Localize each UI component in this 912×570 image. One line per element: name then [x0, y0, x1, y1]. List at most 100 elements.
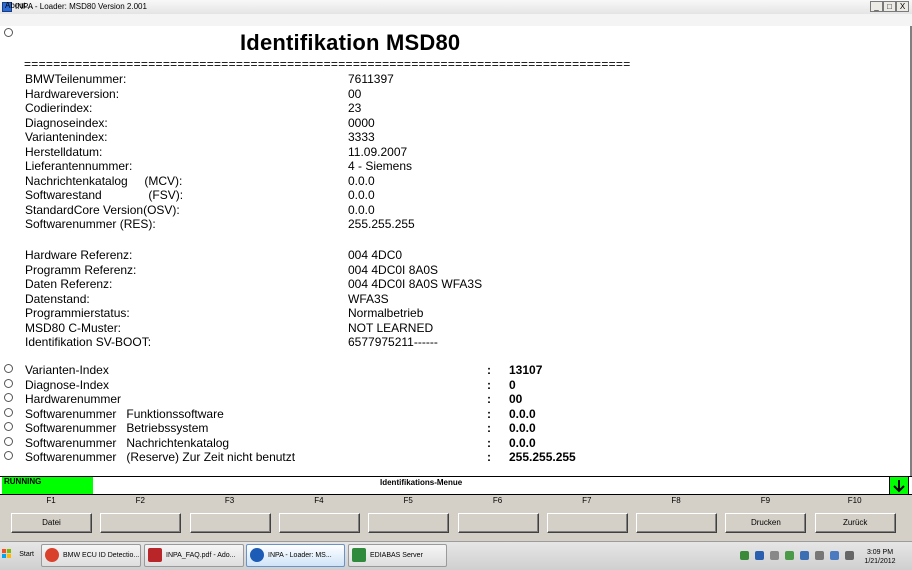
option-colon: :	[487, 392, 491, 406]
ident-value: 0000	[348, 115, 375, 130]
minimize-button[interactable]: _	[870, 1, 883, 12]
fkey-label-f9: F9	[760, 496, 771, 505]
fkey-label-f10: F10	[847, 496, 862, 505]
running-status-badge: RUNNING	[2, 477, 93, 494]
option-value: 0.0.0	[509, 406, 536, 421]
fkey-button-f5[interactable]	[368, 513, 450, 533]
reference-value: 6577975211------	[348, 335, 438, 349]
ident-value: 255.255.255	[348, 217, 415, 231]
ident-label: Codierindex:	[25, 101, 93, 115]
ident-value: 11.09.2007	[348, 144, 408, 159]
maximize-button[interactable]: □	[883, 1, 896, 12]
option-radio[interactable]	[4, 393, 13, 402]
option-radio[interactable]	[4, 436, 13, 446]
option-value: 255.255.255	[509, 450, 576, 464]
option-colon: :	[487, 377, 491, 392]
fkey-label-f7: F7	[582, 496, 592, 505]
reference-value: 004 4DC0I 8A0S WFA3S	[348, 277, 483, 291]
option-label: Softwarenummer Betriebssystem	[25, 421, 209, 435]
clock-date[interactable]: 1/21/2012	[860, 557, 900, 566]
fkey-button-f1[interactable]: Datei	[11, 513, 92, 533]
arrow-down-icon	[893, 480, 905, 493]
option-label: Softwarenummer Funktionssoftware	[25, 406, 224, 421]
network-tray-icon[interactable]	[740, 551, 749, 560]
reference-label: Identifikation SV-BOOT:	[25, 335, 152, 349]
option-label: Softwarenummer Nachrichtenkatalog	[25, 435, 230, 450]
option-colon: :	[487, 421, 491, 435]
bmw-icon	[250, 548, 264, 562]
fkey-button-f8[interactable]	[636, 513, 718, 533]
option-label: Varianten-Index	[25, 363, 109, 377]
fkey-button-f2[interactable]	[100, 513, 182, 533]
fkey-button-f3[interactable]	[189, 513, 271, 533]
ident-value: 0.0.0	[348, 173, 375, 188]
network-signal-tray-icon[interactable]	[830, 551, 839, 560]
safe-remove-tray-icon[interactable]	[785, 551, 794, 560]
option-value: 13107	[509, 363, 543, 377]
ident-label: Nachrichtenkatalog (MCV):	[25, 173, 183, 188]
pdf-icon	[148, 548, 162, 562]
option-label: Softwarenummer (Reserve) Zur Zeit nicht …	[25, 450, 296, 464]
windows-logo-icon	[2, 549, 11, 558]
ident-label: Hardwareversion:	[25, 86, 120, 101]
option-radio[interactable]	[4, 364, 13, 373]
menu-item-about[interactable]: About...	[5, 1, 33, 11]
reference-label: Daten Referenz:	[25, 277, 113, 291]
option-label: Diagnose-Index	[25, 377, 110, 392]
chrome-icon	[45, 548, 59, 562]
ident-value: 23	[348, 101, 362, 115]
option-value: 0	[509, 377, 516, 392]
ident-label: BMWTeilenummer:	[25, 72, 127, 86]
battery-tray-icon[interactable]	[815, 551, 824, 560]
scroll-down-button[interactable]	[889, 476, 909, 495]
menu-title: Identifikations-Menue	[380, 478, 463, 487]
option-radio[interactable]	[4, 378, 13, 388]
reference-label: MSD80 C-Muster:	[25, 320, 122, 335]
ident-value: 3333	[348, 130, 375, 144]
option-colon: :	[487, 363, 491, 377]
option-radio[interactable]	[4, 451, 13, 460]
volume-tray-icon[interactable]	[845, 551, 854, 560]
ident-value: 00	[348, 86, 362, 101]
fkey-button-f10[interactable]: Zurück	[814, 513, 896, 533]
ediabas-icon	[352, 548, 366, 562]
option-value: 0.0.0	[509, 435, 536, 450]
option-value: 00	[509, 392, 523, 406]
reference-label: Programmierstatus:	[25, 306, 130, 320]
top-option-radio[interactable]	[4, 28, 13, 37]
ident-value: 7611397	[348, 72, 394, 86]
reference-label: Hardware Referenz:	[25, 248, 133, 262]
fkey-button-f6[interactable]	[457, 513, 539, 533]
fkey-label-f8: F8	[671, 496, 681, 505]
device-tray-icon[interactable]	[770, 551, 779, 560]
ident-label: Variantenindex:	[25, 130, 108, 144]
option-colon: :	[487, 435, 491, 450]
monitor-tray-icon[interactable]	[800, 551, 809, 560]
fkey-button-f9[interactable]: Drucken	[725, 513, 807, 533]
option-colon: :	[487, 450, 491, 464]
ident-label: Lieferantennummer:	[25, 159, 133, 173]
window-title: INPA - Loader: MSD80 Version 2.001	[15, 2, 147, 11]
bluetooth-tray-icon[interactable]	[755, 551, 764, 560]
ident-label: Softwarenummer (RES):	[25, 217, 156, 231]
option-value: 0.0.0	[509, 421, 536, 435]
reference-value: WFA3S	[348, 291, 389, 306]
option-radio[interactable]	[4, 407, 13, 417]
reference-value: 004 4DC0I 8A0S	[348, 262, 439, 277]
fkey-button-f4[interactable]	[278, 513, 360, 533]
page-title: Identifikation MSD80	[240, 30, 461, 55]
option-colon: :	[487, 406, 491, 421]
ident-label: Diagnoseindex:	[25, 115, 108, 130]
reference-label: Datenstand:	[25, 291, 90, 306]
ident-value: 0.0.0	[348, 202, 375, 217]
option-radio[interactable]	[4, 422, 13, 431]
reference-value: NOT LEARNED	[348, 320, 434, 335]
ident-label: StandardCore Version(OSV):	[25, 202, 180, 217]
fkey-label-f1: F1	[46, 496, 56, 505]
reference-value: Normalbetrieb	[348, 306, 424, 320]
close-button[interactable]: X	[896, 1, 909, 12]
fkey-button-f7[interactable]	[546, 513, 628, 533]
ident-value: 4 - Siemens	[348, 159, 413, 173]
separator-line: ========================================…	[24, 58, 631, 70]
clock-time[interactable]: 3:09 PM	[866, 548, 894, 557]
